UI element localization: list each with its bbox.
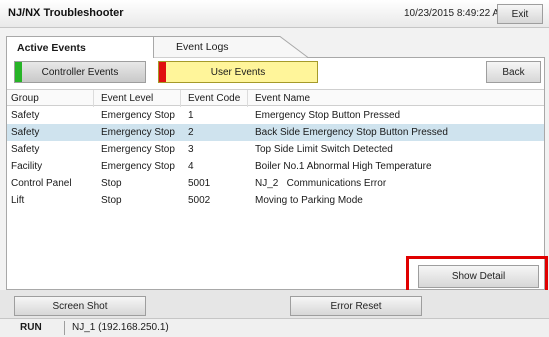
table-row[interactable]: Control Panel Stop 5001 NJ_2 Communicati… xyxy=(7,175,544,192)
cell-event-level: Emergency Stop xyxy=(101,144,175,155)
cell-group: Lift xyxy=(11,195,25,206)
column-divider xyxy=(247,90,248,107)
cell-event-name: NJ_2 Communications Error xyxy=(255,178,387,189)
events-table-header: Group Event Level Event Code Event Name xyxy=(7,89,544,107)
title-bar: NJ/NX Troubleshooter 10/23/2015 8:49:22 … xyxy=(0,0,549,28)
cell-event-code: 3 xyxy=(188,144,194,155)
connected-node: NJ_1 (192.168.250.1) xyxy=(72,322,169,333)
cell-event-name: Emergency Stop Button Pressed xyxy=(255,110,401,121)
cell-event-level: Emergency Stop xyxy=(101,161,175,172)
show-detail-button[interactable]: Show Detail xyxy=(418,265,539,288)
error-reset-button[interactable]: Error Reset xyxy=(290,296,422,316)
cell-event-code: 5002 xyxy=(188,195,211,206)
cell-group: Safety xyxy=(11,127,40,138)
cell-event-name: Boiler No.1 Abnormal High Temperature xyxy=(255,161,432,172)
cell-group: Control Panel xyxy=(11,178,72,189)
column-divider xyxy=(180,90,181,107)
cell-group: Safety xyxy=(11,110,40,121)
column-header-group[interactable]: Group xyxy=(11,93,39,104)
tab-event-logs-label: Event Logs xyxy=(176,41,229,53)
datetime-display: 10/23/2015 8:49:22 AM xyxy=(404,8,508,19)
back-button[interactable]: Back xyxy=(486,61,541,83)
tab-active-events-label: Active Events xyxy=(17,41,86,54)
cell-event-code: 5001 xyxy=(188,178,211,189)
cell-group: Safety xyxy=(11,144,40,155)
controller-events-label: Controller Events xyxy=(41,66,119,78)
table-row-selected[interactable]: Safety Emergency Stop 2 Back Side Emerge… xyxy=(7,124,544,141)
cell-event-code: 2 xyxy=(188,127,194,138)
tab-event-logs[interactable]: Event Logs xyxy=(148,36,309,58)
cell-event-name: Back Side Emergency Stop Button Pressed xyxy=(255,127,448,138)
cell-group: Facility xyxy=(11,161,43,172)
cell-event-code: 1 xyxy=(188,110,194,121)
table-row[interactable]: Safety Emergency Stop 1 Emergency Stop B… xyxy=(7,107,544,124)
cell-event-level: Stop xyxy=(101,195,122,206)
user-events-indicator xyxy=(159,62,166,82)
cell-event-name: Top Side Limit Switch Detected xyxy=(255,144,393,155)
column-header-event-level[interactable]: Event Level xyxy=(101,93,153,104)
tab-event-logs-shape xyxy=(148,36,309,58)
column-header-event-code[interactable]: Event Code xyxy=(188,93,240,104)
screen-shot-button[interactable]: Screen Shot xyxy=(14,296,146,316)
exit-button[interactable]: Exit xyxy=(497,4,543,24)
table-row[interactable]: Facility Emergency Stop 4 Boiler No.1 Ab… xyxy=(7,158,544,175)
cell-event-level: Stop xyxy=(101,178,122,189)
tab-active-events[interactable]: Active Events xyxy=(6,36,154,58)
cell-event-name: Moving to Parking Mode xyxy=(255,195,363,206)
user-events-button[interactable]: User Events xyxy=(158,61,318,83)
run-mode-status: RUN xyxy=(20,322,42,333)
app-title: NJ/NX Troubleshooter xyxy=(8,7,124,19)
table-row[interactable]: Lift Stop 5002 Moving to Parking Mode xyxy=(7,192,544,209)
status-divider xyxy=(64,321,65,335)
controller-events-button[interactable]: Controller Events xyxy=(14,61,146,83)
user-events-label: User Events xyxy=(210,66,266,78)
controller-events-indicator xyxy=(15,62,22,82)
column-header-event-name[interactable]: Event Name xyxy=(255,93,310,104)
status-bar: RUN NJ_1 (192.168.250.1) xyxy=(0,318,549,337)
column-divider xyxy=(93,90,94,107)
cell-event-level: Emergency Stop xyxy=(101,127,175,138)
table-row[interactable]: Safety Emergency Stop 3 Top Side Limit S… xyxy=(7,141,544,158)
cell-event-level: Emergency Stop xyxy=(101,110,175,121)
cell-event-code: 4 xyxy=(188,161,194,172)
